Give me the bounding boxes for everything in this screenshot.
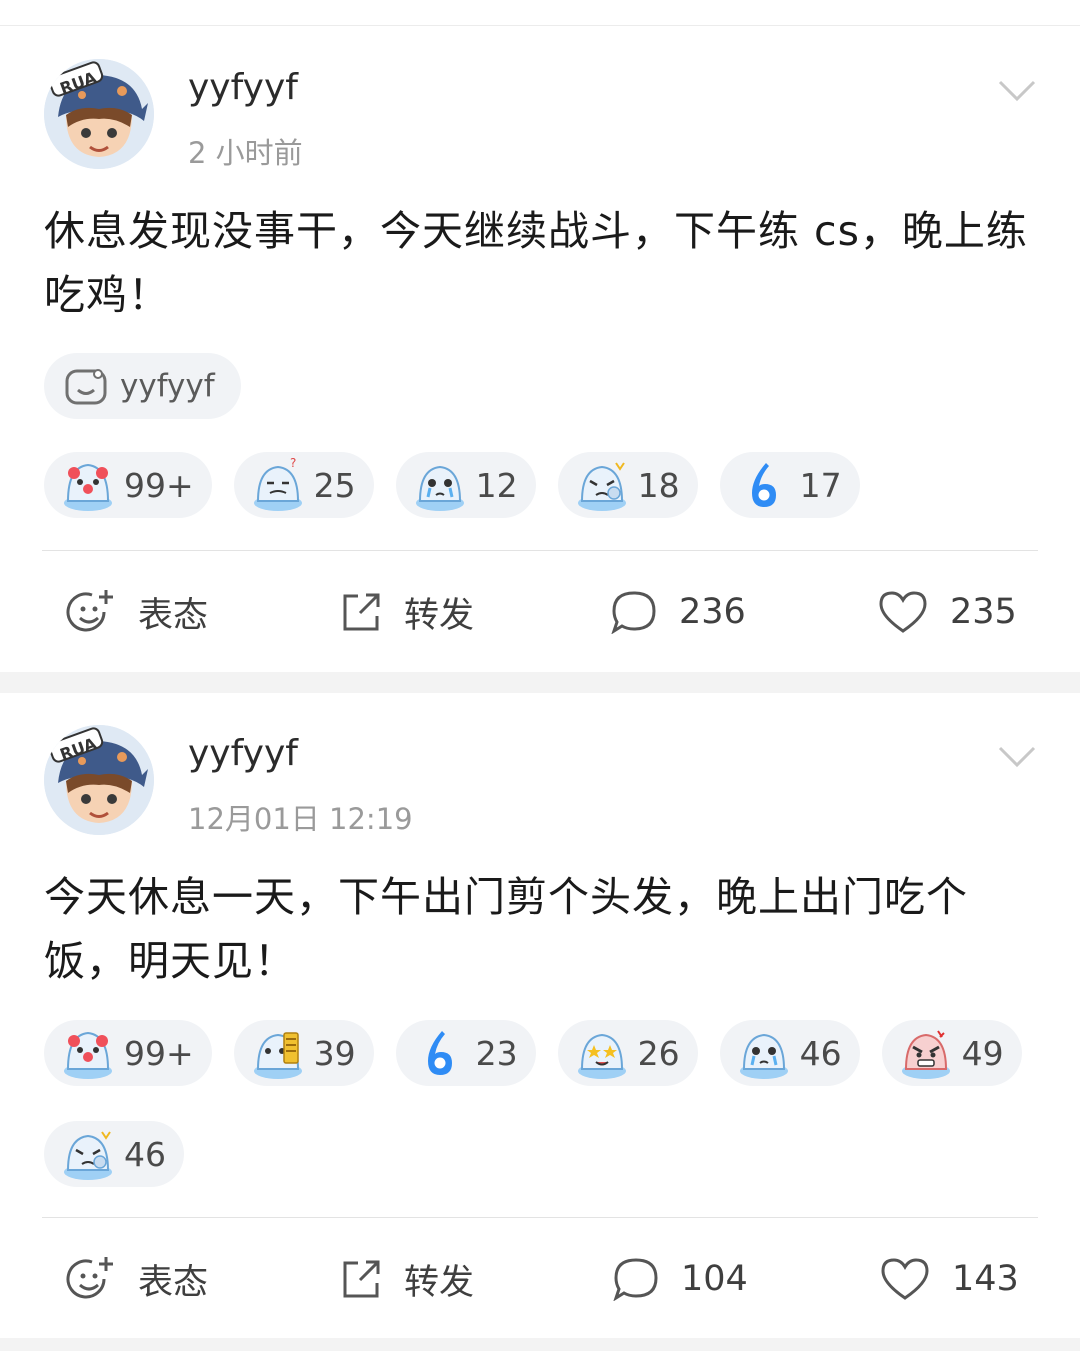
facepalm-ghost-icon xyxy=(64,1131,112,1180)
reaction-pill[interactable]: 12 xyxy=(395,452,536,518)
like-button[interactable]: 235 xyxy=(878,567,1017,657)
bottom-separator xyxy=(0,1338,1080,1351)
divider xyxy=(42,550,1038,551)
comment-button[interactable]: 236 xyxy=(611,567,746,657)
chevron-down-icon[interactable] xyxy=(998,79,1036,103)
reaction-count: 18 xyxy=(637,465,680,505)
divider xyxy=(42,1217,1038,1218)
sad-ghost-icon: ? xyxy=(253,457,302,511)
reaction-count: 99+ xyxy=(124,1033,194,1073)
crying-ghost-icon xyxy=(415,465,464,511)
repost-icon xyxy=(343,593,380,631)
post-text: 今天休息一天，下午出门剪个头发，晚上出门吃个饭，明天见！ xyxy=(44,873,968,985)
avatar[interactable]: RUA xyxy=(44,725,154,835)
repost-button[interactable]: 转发 xyxy=(340,1234,474,1324)
smiley-tag-icon xyxy=(65,369,107,405)
reaction-count: 46 xyxy=(799,1033,842,1073)
reaction-count: 17 xyxy=(799,465,842,505)
reaction-pill[interactable]: ? 25 xyxy=(233,452,374,518)
chevron-down-icon[interactable] xyxy=(998,745,1036,769)
react-button[interactable]: 表态 xyxy=(66,1234,208,1324)
reaction-count: 39 xyxy=(313,1033,356,1073)
post-time: 12月01日 12:19 xyxy=(188,802,413,836)
super-topic-tag[interactable]: yyfyyf xyxy=(44,353,241,419)
post-card: RUA yyfyyf 2 小时前 休息发现没事干，今天继续战斗，下午练 cs，晚… xyxy=(0,27,1080,672)
react-label: 表态 xyxy=(138,1262,209,1303)
reaction-pill[interactable]: 18 xyxy=(557,452,698,518)
clown-icon xyxy=(64,1031,112,1079)
heart-icon xyxy=(879,591,927,633)
reaction-pill[interactable]: 99+ xyxy=(44,452,212,518)
post-card: RUA yyfyyf 12月01日 12:19 今天休息一天，下午出门剪个头发，… xyxy=(0,693,1080,1338)
reaction-count: 26 xyxy=(637,1033,680,1073)
reaction-count: 23 xyxy=(475,1033,518,1073)
comment-count: 236 xyxy=(679,592,746,632)
comment-icon xyxy=(613,1258,658,1301)
reaction-pill[interactable]: 49 xyxy=(881,1020,1022,1086)
six-icon xyxy=(751,463,776,507)
svg-text:?: ? xyxy=(290,457,296,470)
reaction-bar: 99+ ? 25 12 18 17 xyxy=(44,452,1044,518)
reaction-count: 12 xyxy=(475,465,518,505)
post-time: 2 小时前 xyxy=(188,136,303,170)
like-count: 143 xyxy=(952,1259,1019,1299)
like-count: 235 xyxy=(950,592,1017,632)
avatar[interactable]: RUA xyxy=(44,59,154,169)
reaction-count: 99+ xyxy=(124,465,194,505)
reaction-pill[interactable]: 46 xyxy=(44,1121,184,1187)
reaction-pill[interactable]: 17 xyxy=(719,452,860,518)
reading-ghost-icon xyxy=(253,1032,302,1079)
post-separator xyxy=(0,672,1080,693)
repost-label: 转发 xyxy=(404,595,475,636)
add-emoji-icon xyxy=(66,1257,113,1299)
top-spacer xyxy=(0,0,1080,26)
repost-icon xyxy=(343,1260,380,1298)
react-button[interactable]: 表态 xyxy=(66,567,208,657)
react-label: 表态 xyxy=(138,595,209,636)
username[interactable]: yyfyyf xyxy=(188,67,298,108)
reaction-count: 25 xyxy=(313,465,356,505)
angry-ghost-icon xyxy=(901,1030,950,1079)
repost-button[interactable]: 转发 xyxy=(340,567,474,657)
star-eyes-ghost-icon xyxy=(577,1033,626,1079)
tag-label: yyfyyf xyxy=(120,368,215,404)
action-bar: 表态 转发 236 235 xyxy=(0,567,1080,657)
comment-button[interactable]: 104 xyxy=(613,1234,748,1324)
post-text: 休息发现没事干，今天继续战斗，下午练 cs，晚上练吃鸡！ xyxy=(44,207,1028,319)
reaction-pill[interactable]: 39 xyxy=(233,1020,374,1086)
reaction-pill[interactable]: 23 xyxy=(395,1020,536,1086)
action-bar: 表态 转发 104 143 xyxy=(0,1234,1080,1324)
six-icon xyxy=(427,1031,452,1075)
reaction-count: 49 xyxy=(961,1033,1004,1073)
username[interactable]: yyfyyf xyxy=(188,733,298,774)
reaction-pill[interactable]: 99+ xyxy=(44,1020,212,1086)
comment-icon xyxy=(611,591,656,634)
facepalm-ghost-icon xyxy=(577,462,626,511)
add-emoji-icon xyxy=(66,590,113,632)
reaction-bar: 99+ 39 23 26 46 49 46 xyxy=(44,1020,1044,1187)
crying-ghost-icon xyxy=(739,1033,788,1079)
comment-count: 104 xyxy=(681,1259,748,1299)
repost-label: 转发 xyxy=(404,1262,475,1303)
reaction-pill[interactable]: 46 xyxy=(719,1020,860,1086)
clown-icon xyxy=(64,463,112,511)
reaction-count: 46 xyxy=(124,1134,166,1174)
reaction-pill[interactable]: 26 xyxy=(557,1020,698,1086)
like-button[interactable]: 143 xyxy=(880,1234,1019,1324)
heart-icon xyxy=(881,1258,929,1300)
